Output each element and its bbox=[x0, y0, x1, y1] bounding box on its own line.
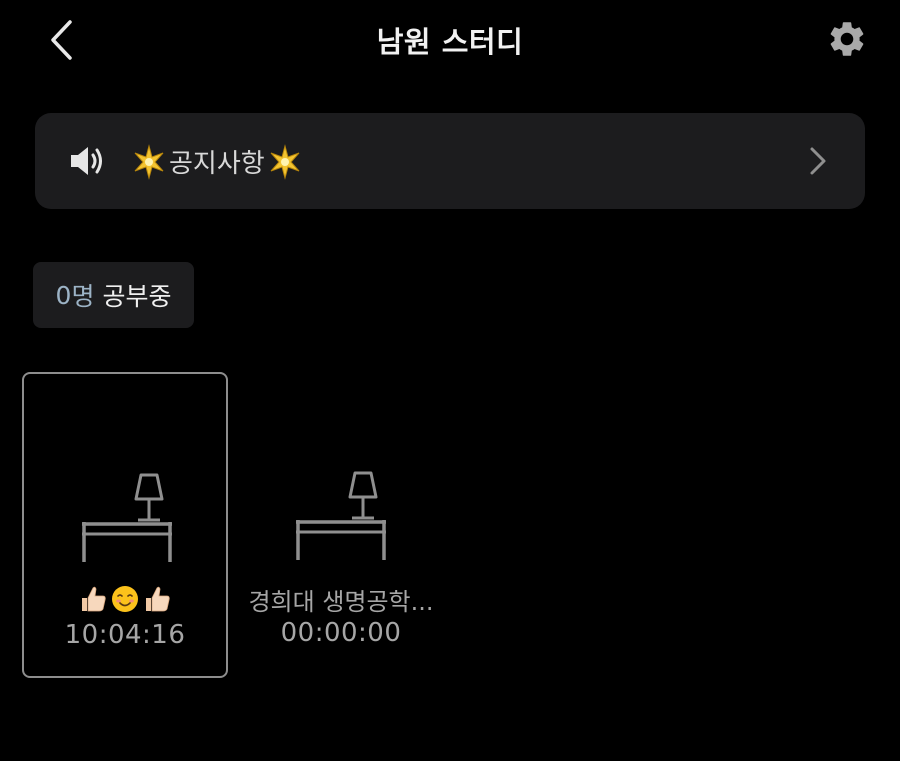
desk-lamp-icon bbox=[296, 471, 386, 560]
sparkle-emoji bbox=[270, 143, 300, 180]
page-title: 남원 스터디 bbox=[376, 25, 524, 59]
sparkle-emoji bbox=[134, 143, 164, 180]
desk-user-name bbox=[14, 584, 236, 620]
desk-seat[interactable]: 경희대 생명공학... 00:00:00 bbox=[238, 372, 444, 678]
desk-timer: 10:04:16 bbox=[64, 620, 186, 650]
notice-text: 공지사항 bbox=[169, 149, 265, 179]
desk-lamp-icon bbox=[82, 473, 172, 562]
studying-unit: 명 bbox=[71, 282, 95, 311]
studying-count: 0 bbox=[55, 280, 72, 310]
desk-seat[interactable]: 10:04:16 bbox=[22, 372, 228, 678]
chevron-right-icon bbox=[810, 147, 826, 175]
studying-count-badge: 0 명 공부중 bbox=[33, 262, 194, 328]
study-room-screen: 남원 스터디 공지사항 0명공부중 10:04:16 경희대 생명공학... 0… bbox=[0, 0, 900, 761]
smiling-face-emoji bbox=[112, 586, 138, 612]
notice-bar[interactable]: 공지사항 bbox=[35, 113, 865, 209]
speaker-icon bbox=[71, 147, 102, 175]
notice-label: 공지사항 bbox=[131, 143, 303, 180]
settings-button[interactable] bbox=[822, 14, 872, 64]
studying-label: 공부중 bbox=[102, 282, 172, 311]
gear-icon bbox=[830, 22, 864, 56]
header: 남원 스터디 bbox=[0, 0, 900, 80]
desk-timer: 00:00:00 bbox=[280, 618, 402, 648]
desk-user-name: 경희대 생명공학... bbox=[248, 588, 434, 616]
thumbs-up-emoji bbox=[82, 586, 106, 612]
thumbs-up-emoji bbox=[146, 586, 170, 612]
